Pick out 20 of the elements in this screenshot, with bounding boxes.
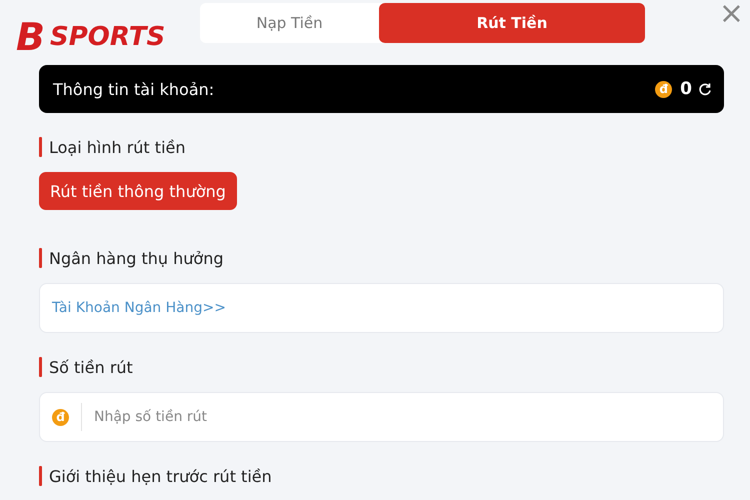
bank-account-link[interactable]: Tài Khoản Ngân Hàng>> xyxy=(52,300,226,316)
logo: B SPORTS xyxy=(16,18,166,56)
section-title: Giới thiệu hẹn trước rút tiền xyxy=(49,466,272,486)
section-marker xyxy=(39,137,42,157)
section-title: Ngân hàng thụ hưởng xyxy=(49,248,224,268)
section-marker xyxy=(39,248,42,268)
amount-input[interactable]: Nhập số tiền rút xyxy=(92,408,711,426)
section-title: Số tiền rút xyxy=(49,358,133,376)
refresh-icon[interactable] xyxy=(698,82,712,96)
close-button[interactable]: × xyxy=(714,0,748,31)
currency-icon: đ xyxy=(655,80,672,98)
account-label: Thông tin tài khoản: xyxy=(53,80,216,98)
tab[interactable]: Rút Tiền xyxy=(379,3,645,43)
tab[interactable]: Nạp Tiền xyxy=(200,3,379,43)
section-marker xyxy=(39,466,42,486)
withdraw-type-button[interactable]: Rút tiền thông thường xyxy=(39,172,237,210)
section-marker xyxy=(39,357,42,377)
balance: 0 xyxy=(680,79,692,99)
section-title: Loại hình rút tiền xyxy=(49,138,186,156)
currency-icon: đ xyxy=(52,408,69,426)
